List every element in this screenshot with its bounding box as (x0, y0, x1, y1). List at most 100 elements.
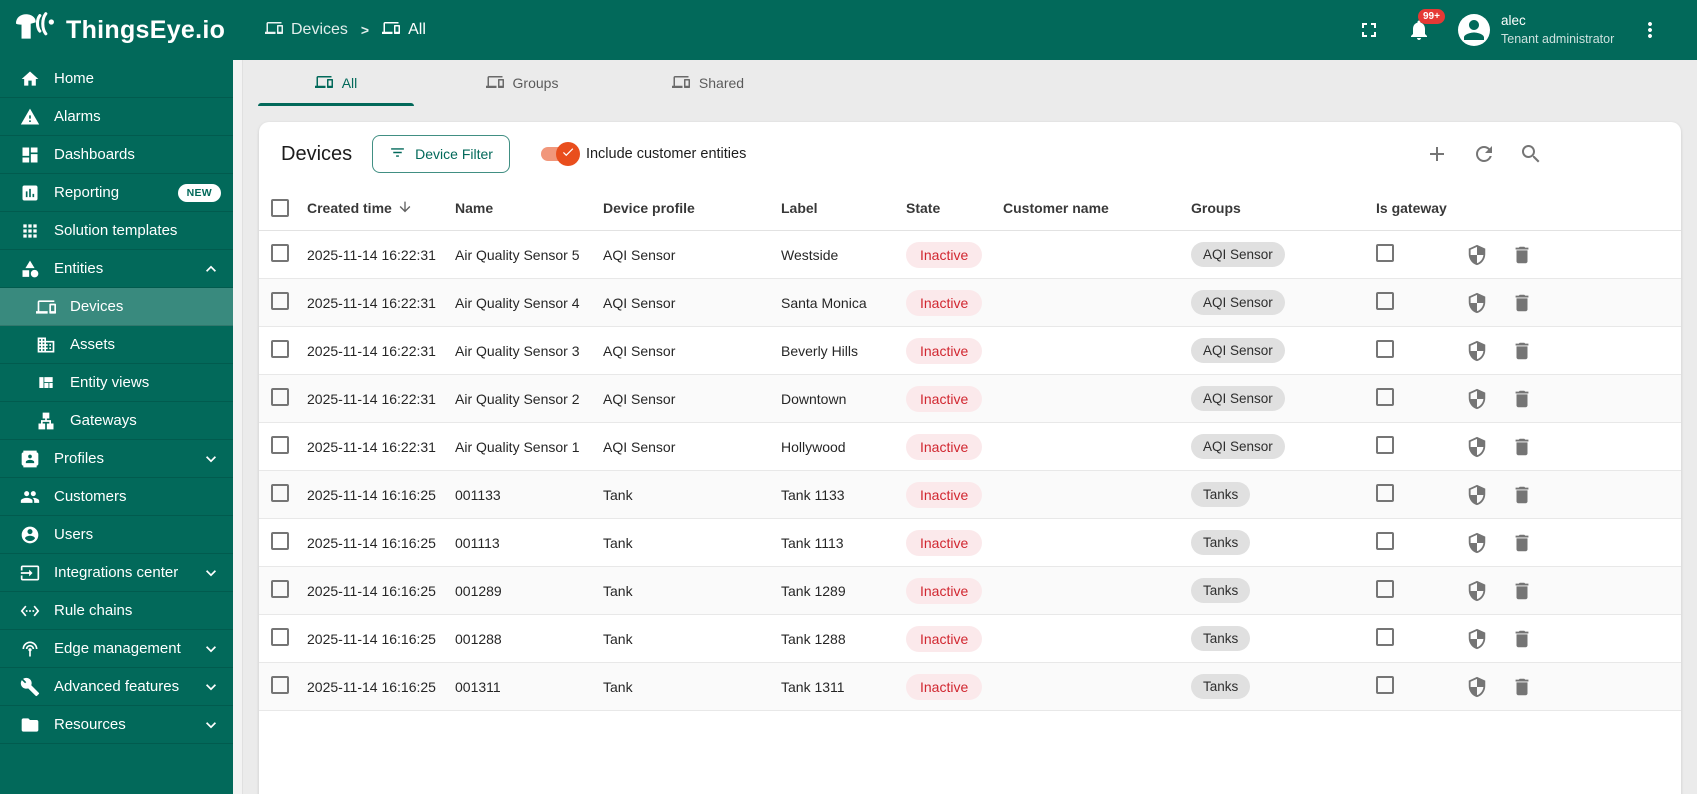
manage-credentials-shield-icon[interactable] (1466, 244, 1488, 266)
row-checkbox[interactable] (271, 628, 289, 646)
sidebar-item-reporting[interactable]: Reporting NEW (0, 174, 233, 212)
delete-trash-icon[interactable] (1511, 532, 1533, 554)
sidebar-item-users[interactable]: Users (0, 516, 233, 554)
delete-trash-icon[interactable] (1511, 676, 1533, 698)
manage-credentials-shield-icon[interactable] (1466, 628, 1488, 650)
column-state[interactable]: State (906, 200, 1003, 216)
row-checkbox[interactable] (271, 532, 289, 550)
table-row[interactable]: 2025-11-14 16:16:25 001289 Tank Tank 128… (259, 567, 1681, 615)
sidebar-item-profiles[interactable]: Profiles (0, 440, 233, 478)
fullscreen-icon[interactable] (1356, 17, 1382, 43)
group-chip[interactable]: AQI Sensor (1191, 338, 1285, 363)
sidebar-item-solution-templates[interactable]: Solution templates (0, 212, 233, 250)
delete-trash-icon[interactable] (1511, 388, 1533, 410)
manage-credentials-shield-icon[interactable] (1466, 532, 1488, 554)
manage-credentials-shield-icon[interactable] (1466, 292, 1488, 314)
sidebar-item-assets[interactable]: Assets (0, 326, 233, 364)
app-logo[interactable]: ThingsEye.io (0, 12, 233, 48)
delete-trash-icon[interactable] (1511, 436, 1533, 458)
avatar[interactable] (1458, 14, 1490, 46)
manage-credentials-shield-icon[interactable] (1466, 580, 1488, 602)
tab-all[interactable]: All (243, 60, 429, 106)
toggle-switch[interactable] (540, 142, 580, 166)
sidebar-item-gateways[interactable]: Gateways (0, 402, 233, 440)
column-created-time[interactable]: Created time (307, 199, 455, 218)
table-row[interactable]: 2025-11-14 16:16:25 001133 Tank Tank 113… (259, 471, 1681, 519)
select-all-checkbox[interactable] (271, 199, 289, 217)
sidebar-item-alarms[interactable]: Alarms (0, 98, 233, 136)
delete-trash-icon[interactable] (1511, 244, 1533, 266)
is-gateway-checkbox[interactable] (1376, 436, 1394, 454)
delete-trash-icon[interactable] (1511, 340, 1533, 362)
row-checkbox[interactable] (271, 436, 289, 454)
delete-trash-icon[interactable] (1511, 628, 1533, 650)
sidebar-item-entity-views[interactable]: Entity views (0, 364, 233, 402)
group-chip[interactable]: AQI Sensor (1191, 290, 1285, 315)
column-name[interactable]: Name (455, 200, 603, 216)
column-customer-name[interactable]: Customer name (1003, 200, 1191, 216)
row-checkbox[interactable] (271, 388, 289, 406)
table-row[interactable]: 2025-11-14 16:22:31 Air Quality Sensor 1… (259, 423, 1681, 471)
manage-credentials-shield-icon[interactable] (1466, 340, 1488, 362)
is-gateway-checkbox[interactable] (1376, 628, 1394, 646)
group-chip[interactable]: Tanks (1191, 626, 1251, 651)
sidebar-item-dashboards[interactable]: Dashboards (0, 136, 233, 174)
more-vert-icon[interactable] (1637, 17, 1663, 43)
table-row[interactable]: 2025-11-14 16:22:31 Air Quality Sensor 4… (259, 279, 1681, 327)
delete-trash-icon[interactable] (1511, 292, 1533, 314)
add-device-button[interactable] (1425, 142, 1449, 166)
column-groups[interactable]: Groups (1191, 200, 1376, 216)
sidebar-item-resources[interactable]: Resources (0, 706, 233, 744)
manage-credentials-shield-icon[interactable] (1466, 676, 1488, 698)
is-gateway-checkbox[interactable] (1376, 292, 1394, 310)
row-checkbox[interactable] (271, 484, 289, 502)
manage-credentials-shield-icon[interactable] (1466, 436, 1488, 458)
row-checkbox[interactable] (271, 676, 289, 694)
is-gateway-checkbox[interactable] (1376, 580, 1394, 598)
group-chip[interactable]: Tanks (1191, 530, 1251, 555)
row-checkbox[interactable] (271, 580, 289, 598)
row-checkbox[interactable] (271, 292, 289, 310)
group-chip[interactable]: Tanks (1191, 674, 1251, 699)
sidebar-item-rule-chains[interactable]: Rule chains (0, 592, 233, 630)
table-row[interactable]: 2025-11-14 16:22:31 Air Quality Sensor 2… (259, 375, 1681, 423)
table-row[interactable]: 2025-11-14 16:16:25 001311 Tank Tank 131… (259, 663, 1681, 711)
group-chip[interactable]: Tanks (1191, 482, 1251, 507)
sidebar-item-advanced-features[interactable]: Advanced features (0, 668, 233, 706)
sidebar-item-entities[interactable]: Entities (0, 250, 233, 288)
table-row[interactable]: 2025-11-14 16:16:25 001113 Tank Tank 111… (259, 519, 1681, 567)
sidebar-item-customers[interactable]: Customers (0, 478, 233, 516)
delete-trash-icon[interactable] (1511, 484, 1533, 506)
tab-groups[interactable]: Groups (429, 60, 615, 106)
row-checkbox[interactable] (271, 244, 289, 262)
column-device-profile[interactable]: Device profile (603, 200, 781, 216)
column-label[interactable]: Label (781, 200, 906, 216)
group-chip[interactable]: Tanks (1191, 578, 1251, 603)
include-customer-entities-toggle[interactable]: Include customer entities (540, 142, 746, 166)
is-gateway-checkbox[interactable] (1376, 388, 1394, 406)
manage-credentials-shield-icon[interactable] (1466, 388, 1488, 410)
table-row[interactable]: 2025-11-14 16:22:31 Air Quality Sensor 3… (259, 327, 1681, 375)
refresh-icon[interactable] (1472, 142, 1496, 166)
manage-credentials-shield-icon[interactable] (1466, 484, 1488, 506)
column-is-gateway[interactable]: Is gateway (1376, 200, 1464, 216)
row-checkbox[interactable] (271, 340, 289, 358)
device-filter-button[interactable]: Device Filter (372, 135, 510, 173)
sidebar-item-devices[interactable]: Devices (0, 288, 233, 326)
is-gateway-checkbox[interactable] (1376, 676, 1394, 694)
delete-trash-icon[interactable] (1511, 580, 1533, 602)
group-chip[interactable]: AQI Sensor (1191, 242, 1285, 267)
is-gateway-checkbox[interactable] (1376, 484, 1394, 502)
user-info[interactable]: alec Tenant administrator (1501, 12, 1629, 47)
sidebar-item-home[interactable]: Home (0, 60, 233, 98)
tab-shared[interactable]: Shared (615, 60, 801, 106)
is-gateway-checkbox[interactable] (1376, 532, 1394, 550)
table-row[interactable]: 2025-11-14 16:16:25 001288 Tank Tank 128… (259, 615, 1681, 663)
sidebar-item-edge-management[interactable]: Edge management (0, 630, 233, 668)
group-chip[interactable]: AQI Sensor (1191, 434, 1285, 459)
breadcrumb-all[interactable]: All (382, 19, 426, 42)
sidebar-item-integrations-center[interactable]: Integrations center (0, 554, 233, 592)
group-chip[interactable]: AQI Sensor (1191, 386, 1285, 411)
table-row[interactable]: 2025-11-14 16:22:31 Air Quality Sensor 5… (259, 231, 1681, 279)
is-gateway-checkbox[interactable] (1376, 340, 1394, 358)
